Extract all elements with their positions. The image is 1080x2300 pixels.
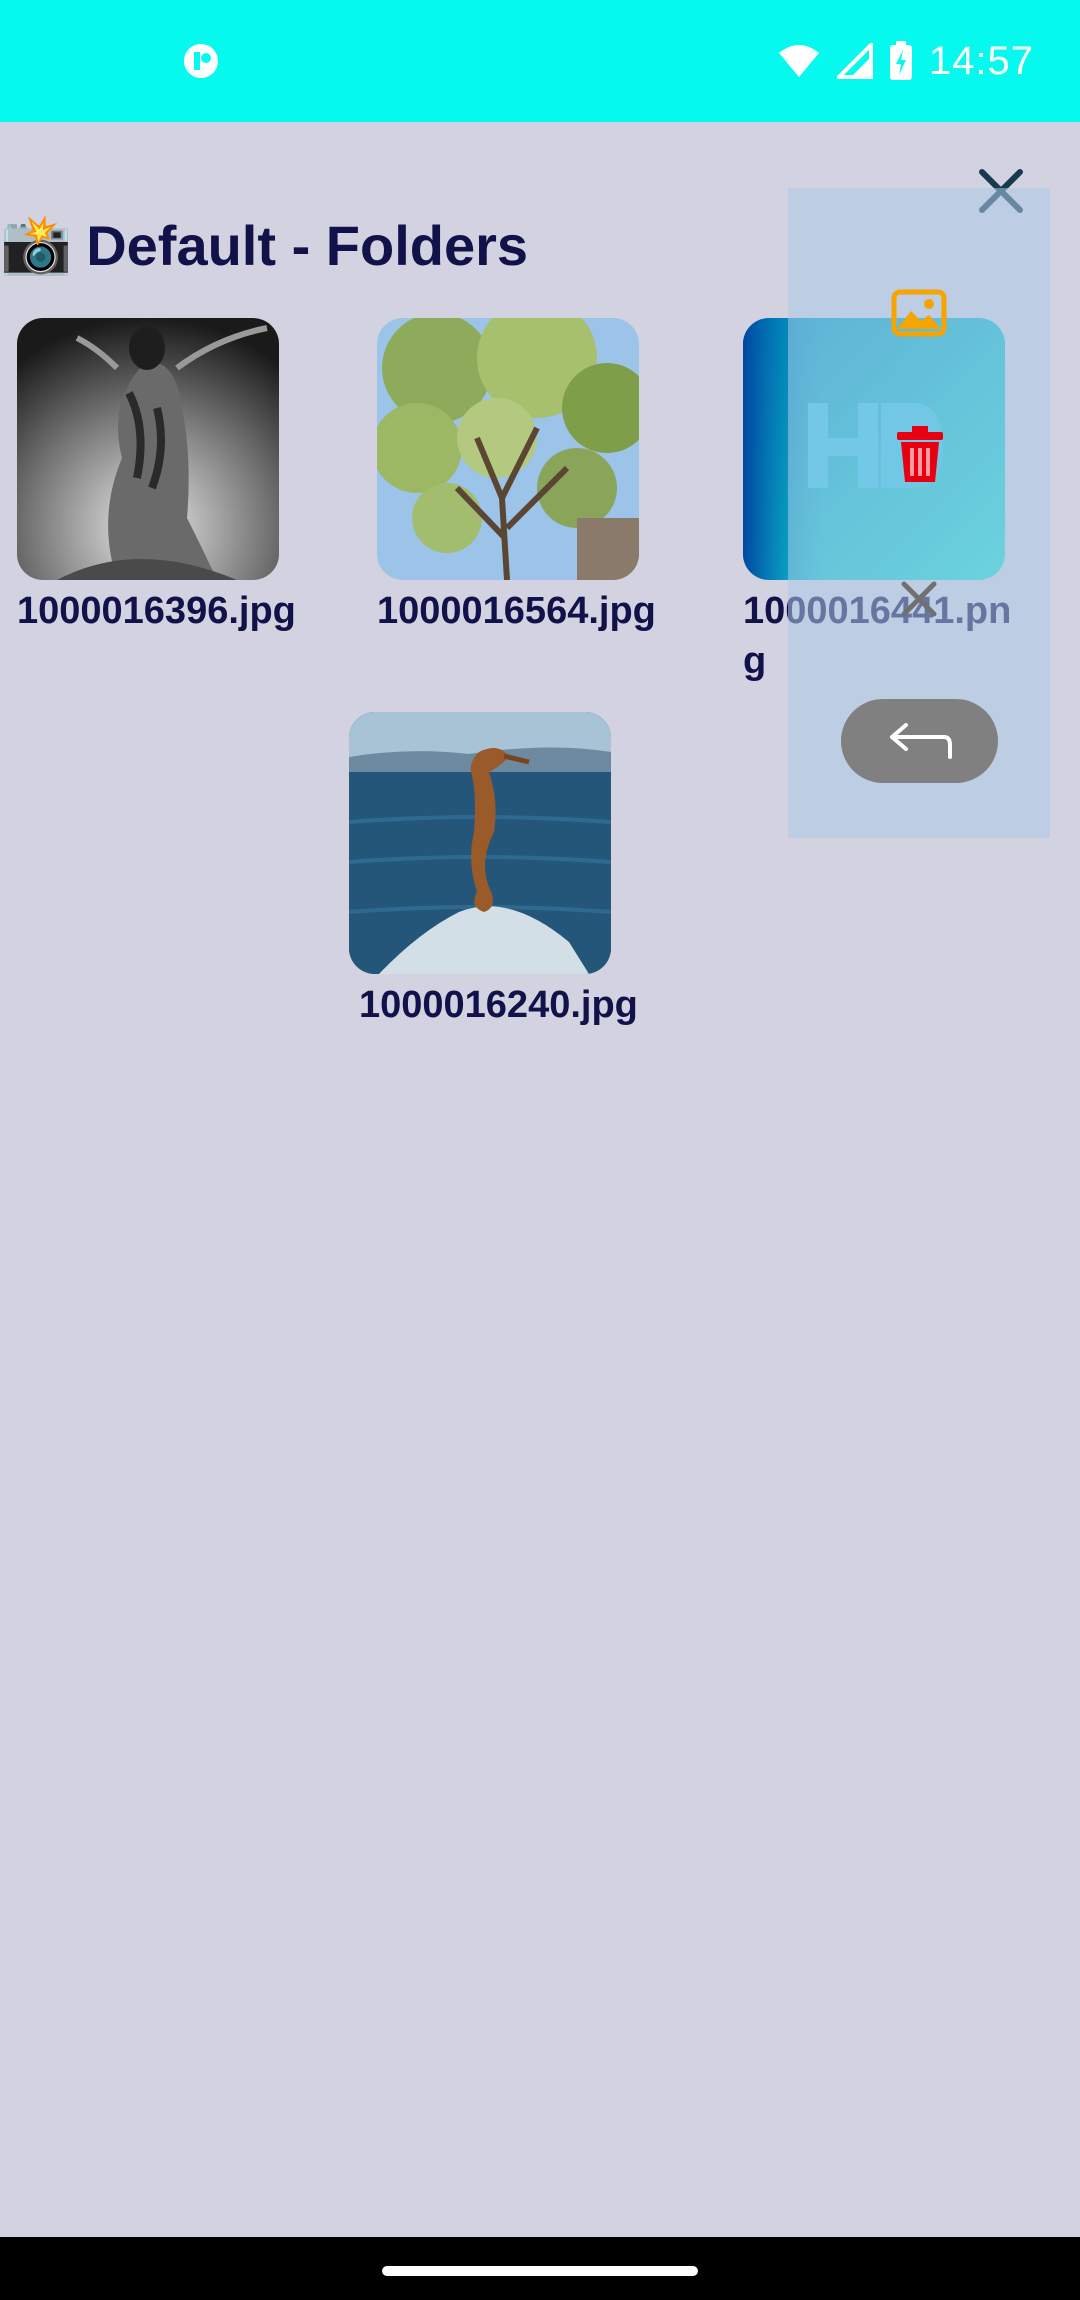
- app-notification-icon: [184, 44, 218, 78]
- status-bar: 14:57: [0, 0, 1080, 122]
- seahorse-photo[interactable]: [349, 712, 611, 974]
- file-item[interactable]: 1000016564.jpg: [377, 318, 657, 636]
- image-icon[interactable]: [891, 289, 947, 337]
- status-time: 14:57: [928, 38, 1034, 83]
- file-item[interactable]: 1000016396.jpg: [17, 318, 297, 636]
- file-item[interactable]: 1000016240.jpg: [349, 712, 679, 1030]
- undo-icon: [889, 723, 952, 759]
- file-name: 1000016240.jpg: [359, 984, 638, 1026]
- close-icon[interactable]: [900, 580, 938, 618]
- status-icons: 14:57: [777, 36, 1034, 86]
- tree-branches-photo[interactable]: [377, 318, 639, 580]
- bw-tattoo-photo[interactable]: [17, 318, 279, 580]
- home-indicator[interactable]: [382, 2266, 698, 2276]
- battery-charging-icon: [889, 41, 912, 80]
- file-name: 1000016396.jpg: [17, 590, 296, 632]
- undo-button[interactable]: [841, 699, 998, 783]
- signal-icon: [836, 43, 873, 79]
- wifi-icon: [778, 45, 819, 77]
- file-name: 1000016564.jpg: [377, 590, 656, 632]
- trash-icon[interactable]: [897, 426, 943, 482]
- page-title-text: Default - Folders: [86, 213, 529, 277]
- page-title: 📸 Default - Folders: [0, 205, 528, 285]
- camera-flash-icon: 📸: [0, 212, 73, 277]
